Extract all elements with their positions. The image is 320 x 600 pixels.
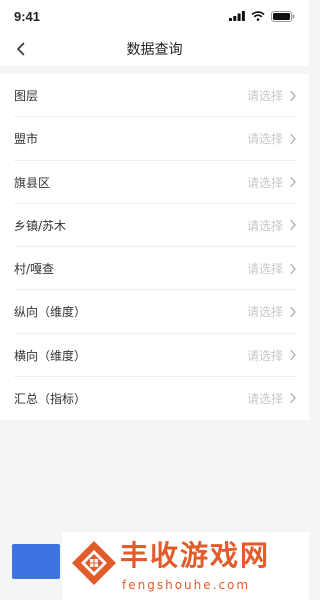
- list-item-value: 请选择: [246, 305, 283, 320]
- list-item-village[interactable]: 村/嘎查 请选择: [0, 247, 309, 291]
- page-title: 数据查询: [126, 42, 183, 58]
- chevron-right-icon: [290, 393, 296, 404]
- watermark-title: 丰收游戏网: [120, 539, 271, 572]
- chevron-right-icon: [290, 306, 296, 318]
- back-arrow-icon: [17, 42, 25, 56]
- list-item-label: 纵向（维度）: [14, 305, 87, 320]
- back-button[interactable]: [10, 38, 32, 60]
- chevron-right-icon: [290, 349, 296, 361]
- list-item-picker: 请选择: [247, 130, 297, 147]
- nav-bar: 数据查询: [0, 32, 309, 66]
- house-logo-icon: [72, 541, 116, 585]
- query-button[interactable]: [12, 544, 60, 579]
- list-item-value: 请选择: [246, 348, 283, 363]
- wifi-icon: [251, 11, 265, 21]
- query-options-list: 图层 请选择 盟市 请选择 旗县区 请选择 乡镇/苏木 请选择 村/嘎查 请选择: [0, 74, 309, 420]
- list-item-picker: 请选择: [247, 217, 297, 234]
- list-item-label: 旗县区: [14, 175, 51, 190]
- list-item-label: 图层: [14, 89, 39, 104]
- list-item-value: 请选择: [246, 175, 283, 190]
- separator: [0, 66, 309, 74]
- list-item-label: 盟市: [14, 132, 39, 147]
- list-item-summary-indicator[interactable]: 汇总（指标） 请选择: [0, 377, 309, 420]
- list-item-value: 请选择: [246, 132, 283, 147]
- list-item-vertical-dimension[interactable]: 纵向（维度） 请选择: [0, 290, 309, 334]
- list-item-label: 村/嘎查: [14, 262, 55, 277]
- list-item-picker: 请选择: [247, 260, 297, 277]
- list-item-label: 横向（维度）: [14, 348, 87, 363]
- list-item-picker: 请选择: [247, 174, 297, 191]
- list-item-label: 乡镇/苏木: [14, 218, 67, 233]
- signal-icon: [229, 11, 245, 21]
- chevron-right-icon: [290, 220, 296, 231]
- list-item-township[interactable]: 乡镇/苏木 请选择: [0, 204, 309, 248]
- list-item-banner-county[interactable]: 旗县区 请选择: [0, 161, 309, 205]
- battery-icon: [271, 10, 295, 22]
- list-item-value: 请选择: [246, 262, 283, 277]
- list-item-league-city[interactable]: 盟市 请选择: [0, 117, 309, 161]
- chevron-right-icon: [290, 133, 296, 145]
- list-item-value: 请选择: [246, 218, 283, 233]
- list-item-picker: 请选择: [247, 303, 297, 320]
- list-item-horizontal-dimension[interactable]: 横向（维度） 请选择: [0, 334, 309, 378]
- list-item-value: 请选择: [246, 391, 283, 406]
- list-item-picker: 请选择: [247, 347, 297, 364]
- watermark-subtitle: fengshouhe.com: [122, 578, 251, 592]
- list-item-picker: 请选择: [247, 390, 297, 407]
- status-bar: 9:41: [0, 0, 309, 32]
- chevron-right-icon: [290, 176, 296, 188]
- list-item-label: 汇总（指标）: [14, 391, 87, 406]
- list-item-layer[interactable]: 图层 请选择: [0, 74, 309, 118]
- status-time: 9:41: [14, 8, 41, 24]
- chevron-right-icon: [290, 90, 296, 101]
- chevron-right-icon: [290, 263, 296, 274]
- list-item-value: 请选择: [246, 89, 283, 104]
- status-icons: [229, 10, 295, 22]
- list-item-picker: 请选择: [247, 87, 297, 104]
